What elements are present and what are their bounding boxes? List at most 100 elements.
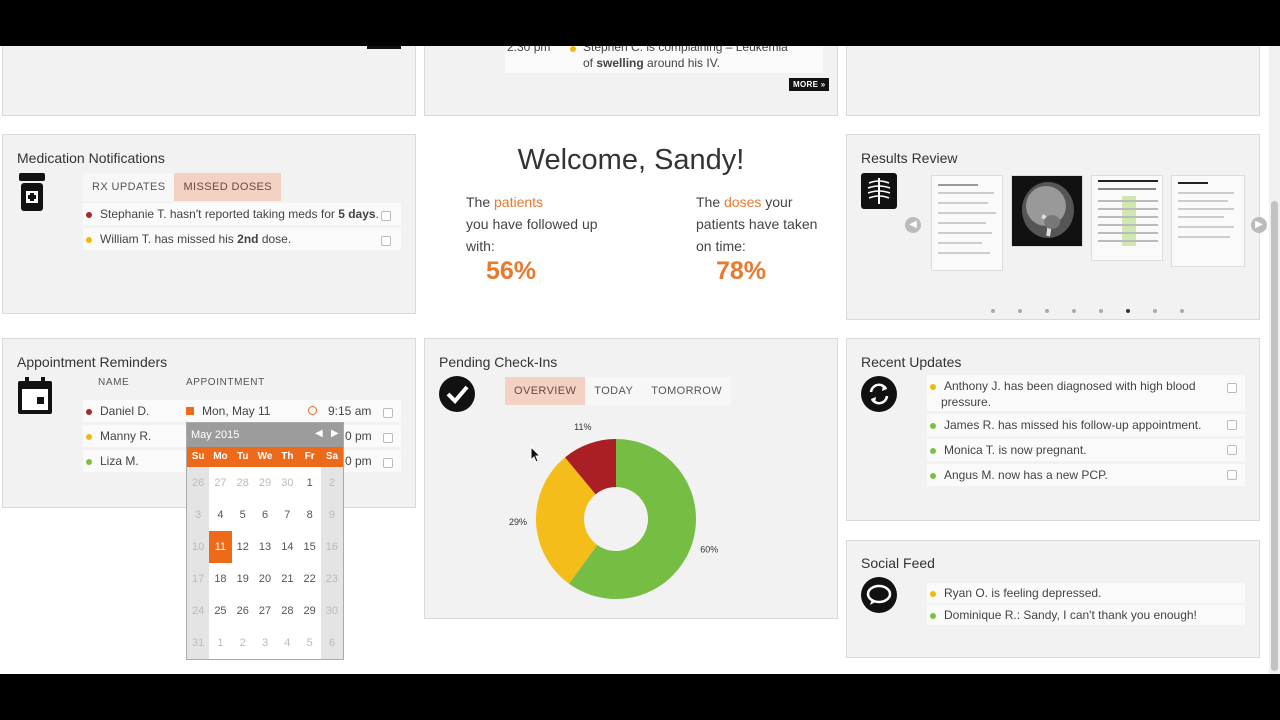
calendar-day[interactable]: 4 [276,627,298,659]
calendar-day[interactable]: 12 [232,531,254,563]
social-item-2-text: Dominique R.: Sandy, I can't thank you e… [944,608,1197,622]
prev-month-icon[interactable]: ◀ [315,428,323,439]
carousel-dots[interactable] [991,309,1184,313]
calendar-day[interactable]: 21 [276,563,298,595]
updates-panel: Recent Updates Anthony J. has been diagn… [846,338,1260,521]
calendar-day[interactable]: 23 [320,563,344,595]
appt-time-field[interactable]: 0 pm [345,429,372,443]
carousel-dot[interactable] [991,309,995,313]
weekday-label: We [257,451,273,462]
mri-scan-thumbnail[interactable] [1011,175,1083,247]
top-left-panel [2,46,416,116]
calendar-day[interactable]: 19 [232,563,254,595]
calendar-day[interactable]: 24 [187,595,210,627]
carousel-dot[interactable] [1180,309,1184,313]
tab-rx-updates[interactable]: RX UPDATES [83,173,174,201]
date-picker-month: May 2015 [191,429,240,441]
calendar-day[interactable]: 26 [232,595,254,627]
carousel-dot[interactable] [1018,309,1022,313]
checkins-panel: Pending Check-Ins OVERVIEW TODAY TOMORRO… [424,338,838,619]
carousel-dot[interactable] [1072,309,1076,313]
calendar-day[interactable]: 28 [232,467,254,499]
calendar-day[interactable]: 20 [254,563,276,595]
update-item-3-checkbox[interactable] [1227,445,1237,455]
calendar-day[interactable]: 27 [209,467,231,499]
calendar-day[interactable]: 30 [276,467,298,499]
carousel-dot[interactable] [1045,309,1049,313]
med-item-2-post: dose. [258,232,292,246]
carousel-prev-button[interactable]: ◀ [905,217,921,233]
calendar-day[interactable]: 30 [320,595,344,627]
calendar-day[interactable]: 29 [254,467,276,499]
scrollbar-thumb[interactable] [1271,201,1278,671]
calendar-day[interactable]: 2 [320,467,344,499]
appt-row-1-checkbox[interactable] [383,408,393,418]
note-line-2-pre: of [583,56,597,70]
calendar-day[interactable]: 10 [187,531,210,563]
calendar-day[interactable]: 22 [298,563,320,595]
calendar-day[interactable]: 7 [276,499,298,531]
weekday-label: Su [191,451,205,462]
calendar-day[interactable]: 16 [320,531,344,563]
more-button[interactable]: MORE » [789,78,830,91]
weekday-label: Sa [325,451,339,462]
appt-date-field[interactable]: Mon, May 11 [202,404,270,418]
calendar-day[interactable]: 27 [254,595,276,627]
document-thumbnail[interactable] [1171,175,1245,267]
tab-tomorrow[interactable]: TOMORROW [642,377,731,405]
calendar-day[interactable]: 3 [187,499,210,531]
calendar-day[interactable]: 5 [232,499,254,531]
appt-time-field[interactable]: 0 pm [345,454,372,468]
carousel-dot[interactable] [1099,309,1103,313]
calendar-day[interactable]: 29 [298,595,320,627]
carousel-dot[interactable] [1126,309,1130,313]
calendar-day[interactable]: 11 [209,531,232,563]
carousel-dot[interactable] [1153,309,1157,313]
lab-report-thumbnail[interactable] [931,175,1003,271]
update-item-4-text: Angus M. now has a new PCP. [944,468,1108,482]
lab-table-thumbnail[interactable] [1091,175,1163,261]
weekday-label: Fr [304,451,315,462]
calendar-day[interactable]: 17 [187,563,210,595]
calendar-day[interactable]: 3 [254,627,276,659]
calendar-day[interactable]: 28 [276,595,298,627]
calendar-day[interactable]: 31 [187,627,210,659]
calendar-day[interactable]: 26 [187,467,210,499]
calendar-day[interactable]: 6 [320,627,344,659]
update-item-2-checkbox[interactable] [1227,420,1237,430]
calendar-day[interactable]: 9 [320,499,344,531]
calendar-day[interactable]: 2 [232,627,254,659]
stat-doses-value: 78% [716,257,767,285]
appt-row-2: Manny R. [86,429,151,443]
appt-row-2-checkbox[interactable] [383,433,393,443]
med-item-2-text: William T. has missed his [100,232,238,246]
stat-followup-value: 56% [486,257,537,285]
calendar-day[interactable]: 25 [209,595,231,627]
next-month-icon[interactable]: ▶ [331,428,339,439]
calendar-day[interactable]: 6 [254,499,276,531]
med-item-1-checkbox[interactable] [381,211,391,221]
calendar-day[interactable]: 15 [298,531,320,563]
appt-row-3: Liza M. [86,454,139,468]
calendar-day[interactable]: 13 [254,531,276,563]
update-item-1-checkbox[interactable] [1227,383,1237,393]
med-item-2-checkbox[interactable] [381,236,391,246]
calendar-day[interactable]: 4 [209,499,231,531]
calendar-day[interactable]: 5 [298,627,320,659]
tab-overview[interactable]: OVERVIEW [505,377,586,405]
appt-row-3-checkbox[interactable] [383,458,393,468]
tab-missed-doses[interactable]: MISSED DOSES [174,173,282,201]
update-item-4-checkbox[interactable] [1227,470,1237,480]
appt-time-field[interactable]: 9:15 am [328,404,371,418]
note-time: 2:30 pm [507,46,551,54]
calendar-day[interactable]: 8 [298,499,320,531]
appt-row-1: Daniel D. [86,404,149,418]
calendar-day[interactable]: 1 [298,467,320,499]
calendar-day[interactable]: 18 [209,563,231,595]
top-right-panel [846,46,1260,116]
tab-today[interactable]: TODAY [585,377,642,405]
calendar-day[interactable]: 14 [276,531,298,563]
med-item-1: Stephanie T. hasn't reported taking meds… [86,207,379,221]
calendar-day[interactable]: 1 [209,627,231,659]
carousel-next-button[interactable]: ▶ [1251,217,1267,233]
